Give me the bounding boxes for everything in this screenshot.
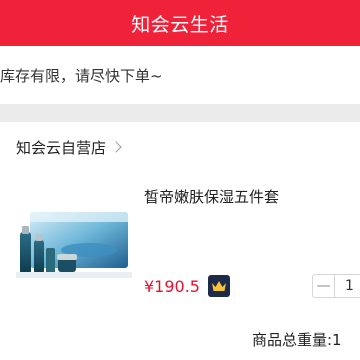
decrease-button[interactable]: — [313, 275, 335, 297]
order-card: 知会云自营店 皙帝嫩肤保湿五件套 ¥190.5 — 1 商品总重量:1 [0, 122, 360, 360]
price-row: ¥190.5 [144, 274, 230, 298]
product-image[interactable] [14, 204, 134, 284]
page-title: 知会云生活 [131, 13, 229, 36]
quantity-value[interactable]: 1 [335, 278, 354, 294]
chevron-right-icon [110, 141, 122, 153]
crown-icon [207, 275, 230, 297]
store-name: 知会云自营店 [16, 138, 107, 157]
total-weight-label: 商品总重量:1 [252, 331, 342, 349]
app-header: 知会云生活 [0, 0, 360, 46]
quantity-stepper: — 1 [312, 274, 360, 298]
store-link[interactable]: 知会云自营店 [16, 134, 122, 160]
product-name[interactable]: 皙帝嫩肤保湿五件套 [144, 186, 279, 207]
product-price: ¥190.5 [144, 276, 200, 296]
stock-notice: 库存有限，请尽快下单~ [0, 46, 360, 104]
notice-text: 库存有限，请尽快下单~ [0, 66, 163, 85]
